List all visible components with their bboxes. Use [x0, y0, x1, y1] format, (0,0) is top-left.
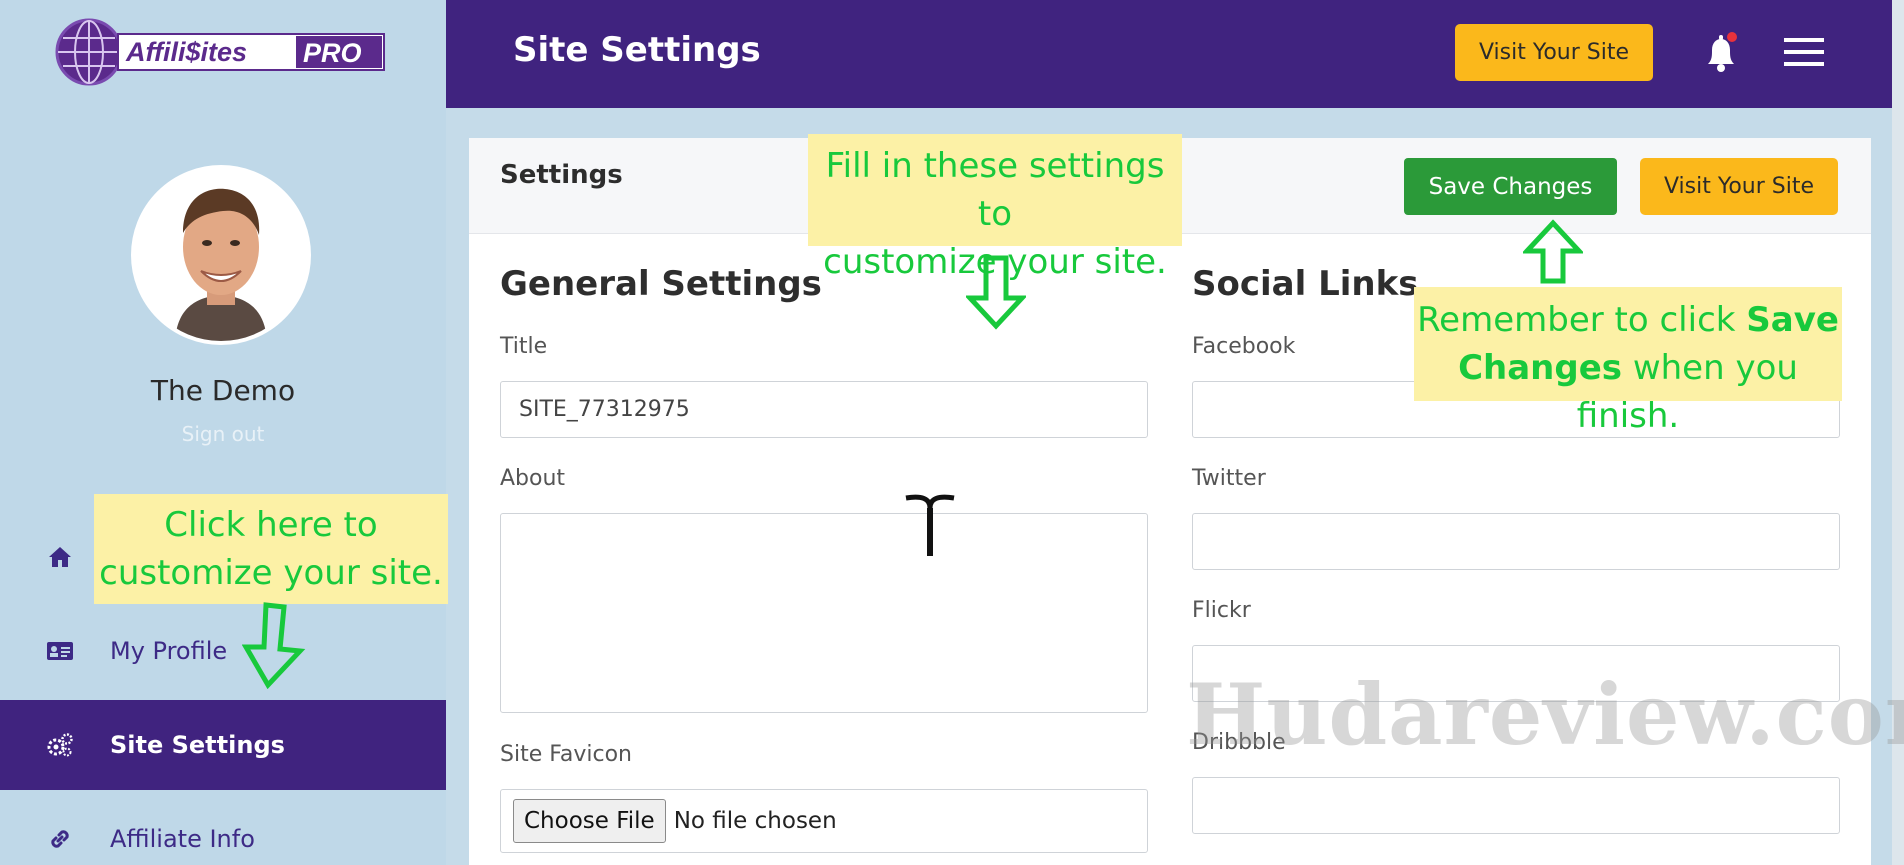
up-arrow-icon	[1521, 219, 1585, 289]
page-title: Site Settings	[513, 30, 761, 70]
twitter-label: Twitter	[1192, 466, 1266, 491]
annotation-line: Remember to click Save	[1417, 300, 1839, 340]
about-label: About	[500, 466, 566, 491]
home-icon	[46, 543, 74, 571]
sidebar-item-label: Site Settings	[110, 731, 285, 759]
facebook-label: Facebook	[1192, 334, 1296, 359]
sidebar-item-affiliate-info[interactable]: Affiliate Info	[0, 794, 446, 865]
down-arrow-icon	[241, 601, 312, 693]
annotation-line: customize your site.	[99, 553, 443, 593]
sign-out-link[interactable]: Sign out	[0, 422, 446, 446]
sidebar-item-label: Affiliate Info	[110, 825, 255, 853]
down-arrow-icon	[964, 254, 1028, 334]
title-input[interactable]: SITE_77312975	[500, 381, 1148, 438]
user-name: The Demo	[150, 374, 296, 407]
about-textarea[interactable]	[500, 513, 1148, 713]
annotation-save-reminder: Remember to click Save Changes when you …	[1414, 287, 1842, 436]
choose-file-button[interactable]: Choose File	[513, 799, 666, 843]
bell-icon[interactable]	[1700, 30, 1742, 74]
brand-logo[interactable]: Affili$ites PRO	[54, 16, 386, 88]
sidebar-item-site-settings[interactable]: Site Settings	[0, 700, 446, 790]
watermark-text: Hudareview.com	[1186, 665, 1904, 764]
favicon-label: Site Favicon	[500, 742, 632, 767]
twitter-input[interactable]	[1192, 513, 1840, 570]
top-header: Site Settings Visit Your Site	[446, 0, 1892, 108]
text-cursor-icon	[900, 492, 960, 558]
id-card-icon	[46, 637, 74, 665]
favicon-file-input[interactable]: Choose File No file chosen	[500, 789, 1148, 853]
hamburger-menu-icon[interactable]	[1784, 36, 1824, 68]
annotation-line: Click here to	[164, 505, 378, 545]
annotation-click-here: Click here to customize your site.	[94, 494, 448, 604]
sidebar-item-label: My Profile	[110, 637, 228, 665]
annotation-fill-settings: Fill in these settings to customize your…	[808, 134, 1182, 282]
social-links-heading: Social Links	[1192, 264, 1419, 304]
svg-text:PRO: PRO	[303, 38, 362, 68]
card-title: Settings	[500, 160, 623, 190]
avatar[interactable]	[131, 165, 311, 345]
annotation-line: Fill in these settings to	[825, 146, 1165, 234]
general-settings-heading: General Settings	[500, 264, 822, 304]
save-changes-button[interactable]: Save Changes	[1404, 158, 1617, 215]
visit-site-button-secondary[interactable]: Visit Your Site	[1640, 158, 1838, 215]
title-label: Title	[500, 334, 548, 359]
gears-icon	[46, 731, 74, 759]
svg-text:Affili$ites: Affili$ites	[125, 37, 247, 67]
visit-site-button[interactable]: Visit Your Site	[1455, 24, 1653, 81]
sidebar-item-my-profile[interactable]: My Profile	[0, 606, 446, 696]
file-status-text: No file chosen	[673, 808, 837, 834]
sidebar: Affili$ites PRO The Demo Sign out My Pro…	[0, 0, 446, 865]
flickr-label: Flickr	[1192, 598, 1251, 623]
link-icon	[46, 825, 74, 853]
dribbble-input[interactable]	[1192, 777, 1840, 834]
annotation-line: Changes when you finish.	[1458, 348, 1798, 436]
